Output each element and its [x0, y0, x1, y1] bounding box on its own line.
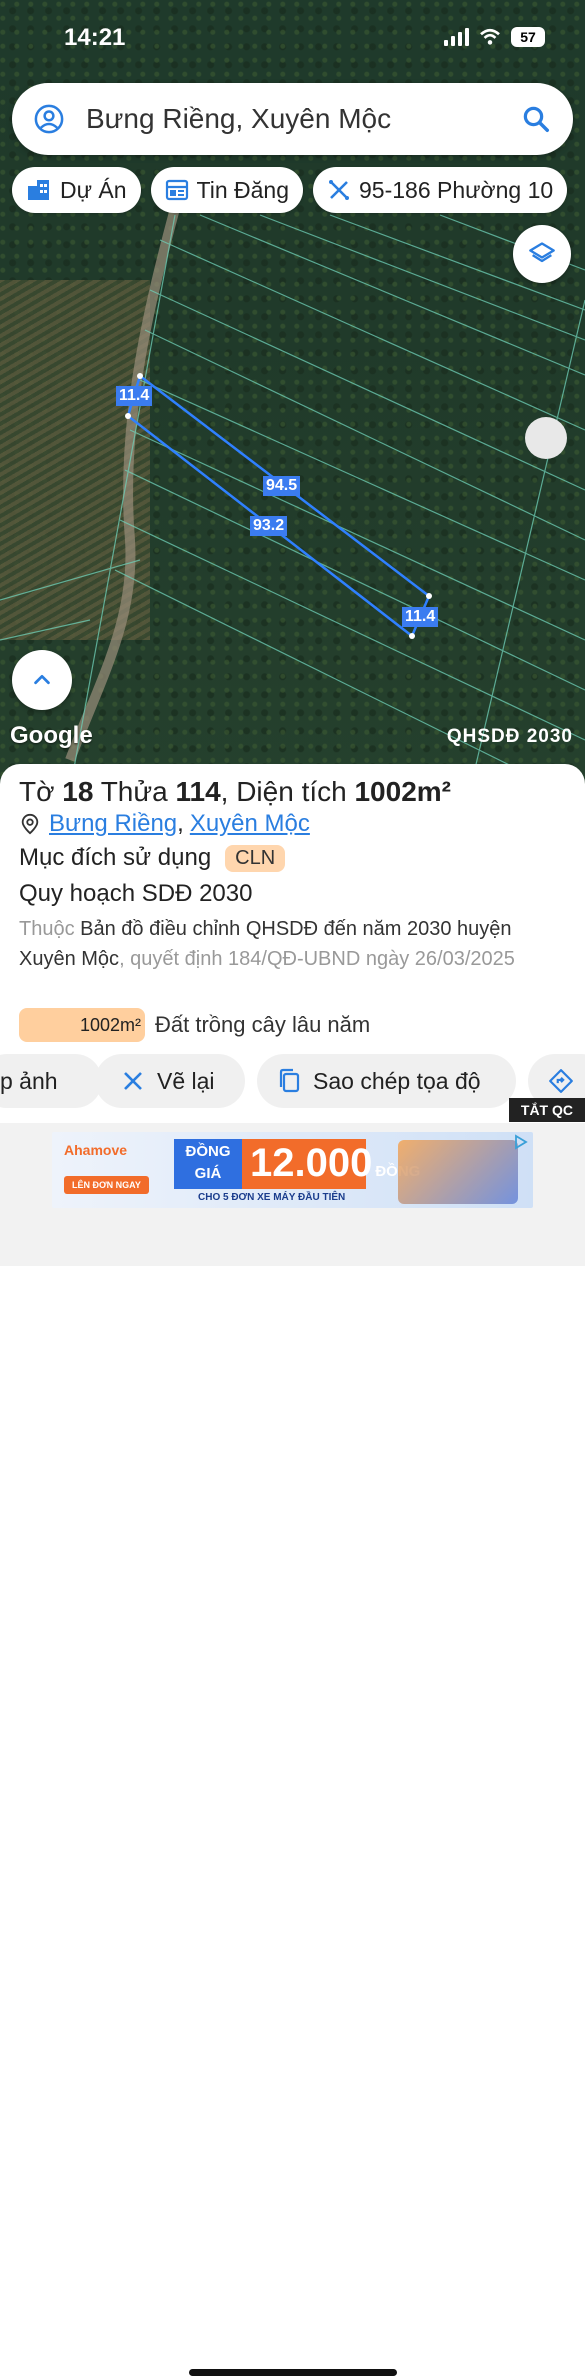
- action-bar: p ảnh Vẽ lại Sao chép tọa độ: [0, 1054, 585, 1110]
- measure-icon: [124, 1072, 142, 1090]
- land-type-label: Đất trồng cây lâu năm: [155, 1012, 371, 1037]
- chip-du-an[interactable]: Dự Án: [12, 167, 141, 213]
- close-ad-button[interactable]: TẮT QC: [508, 1098, 585, 1122]
- battery-icon: 57: [511, 27, 545, 47]
- adchoices-icon[interactable]: [513, 1134, 529, 1150]
- plan-title: Quy hoạch SDĐ 2030: [19, 880, 253, 907]
- filter-chips: Dự Án Tin Đăng 95-186 Phường 10: [12, 167, 568, 213]
- account-icon[interactable]: [34, 104, 64, 134]
- photo-button[interactable]: p ảnh: [0, 1054, 102, 1108]
- status-time: 14:21: [64, 24, 126, 51]
- purpose-badge: CLN: [225, 844, 286, 872]
- layers-icon: [529, 242, 555, 263]
- location-link-district[interactable]: Xuyên Mộc: [190, 810, 310, 838]
- dimension-label: 11.4: [402, 607, 439, 627]
- ad-dong-gia: ĐỒNG GIÁ: [174, 1139, 242, 1189]
- expand-panel-button[interactable]: [12, 650, 72, 710]
- land-type-row: 1002m² Đất trồng cây lâu năm: [19, 1008, 370, 1042]
- chevron-up-icon: [34, 674, 50, 685]
- search-icon[interactable]: [521, 104, 551, 134]
- layer-label: QHSDĐ 2030: [446, 726, 573, 747]
- copy-icon: [279, 1068, 300, 1093]
- ad-image: [398, 1140, 518, 1204]
- ad-banner[interactable]: Ahamove LÊN ĐƠN NGAY ĐỒNG GIÁ 12.000ĐỒNG…: [52, 1132, 533, 1208]
- land-purpose: Mục đích sử dụng CLN: [19, 844, 286, 872]
- chip-measure[interactable]: 95-186 Phường 10: [313, 167, 568, 213]
- chip-label: 95-186 Phường 10: [359, 176, 554, 203]
- plan-description: Thuộc Bản đồ điều chỉnh QHSDĐ đến năm 20…: [19, 918, 515, 970]
- dimension-label: 11.4: [116, 386, 153, 406]
- dimension-label: 93.2: [250, 516, 288, 536]
- listing-icon: [165, 179, 188, 201]
- layers-button[interactable]: [513, 225, 571, 283]
- location-link-ward[interactable]: Bưng Riềng: [49, 810, 177, 838]
- measure-icon: [329, 180, 350, 200]
- search-bar[interactable]: Bưng Riềng, Xuyên Mộc: [12, 83, 573, 155]
- ad-price: 12.000ĐỒNG: [242, 1139, 420, 1189]
- parcel-location: Bưng Riềng , Xuyên Mộc: [19, 810, 310, 838]
- area-badge: 1002m²: [19, 1008, 145, 1042]
- ad-subtitle: CHO 5 ĐƠN XE MÁY ĐẦU TIÊN: [198, 1192, 346, 1203]
- signal-icon: [444, 28, 469, 46]
- chip-tin-dang[interactable]: Tin Đăng: [150, 167, 304, 213]
- parcel-title: Tờ 18 Thửa 114, Diện tích 1002m²: [19, 776, 451, 807]
- building-icon: [28, 180, 49, 200]
- ad-area: Ahamove LÊN ĐƠN NGAY ĐỒNG GIÁ 12.000ĐỒNG…: [0, 1123, 585, 2376]
- ad-cta: LÊN ĐƠN NGAY: [64, 1176, 149, 1194]
- directions-icon: [549, 1069, 573, 1093]
- dimension-label: 94.5: [263, 476, 301, 496]
- wifi-icon: [480, 28, 500, 45]
- google-watermark: Google: [10, 722, 93, 749]
- status-bar: 14:21 57: [0, 0, 585, 70]
- chip-label: Dự Án: [60, 176, 127, 203]
- map-control-dot[interactable]: [525, 417, 567, 459]
- home-indicator: [189, 2369, 397, 2376]
- redraw-button[interactable]: Vẽ lại: [95, 1054, 245, 1108]
- chip-label: Tin Đăng: [196, 176, 290, 203]
- ad-brand: Ahamove: [64, 1142, 128, 1158]
- search-input[interactable]: Bưng Riềng, Xuyên Mộc: [86, 103, 521, 135]
- location-pin-icon: [21, 813, 39, 835]
- copy-coordinates-button[interactable]: Sao chép tọa độ: [257, 1054, 516, 1108]
